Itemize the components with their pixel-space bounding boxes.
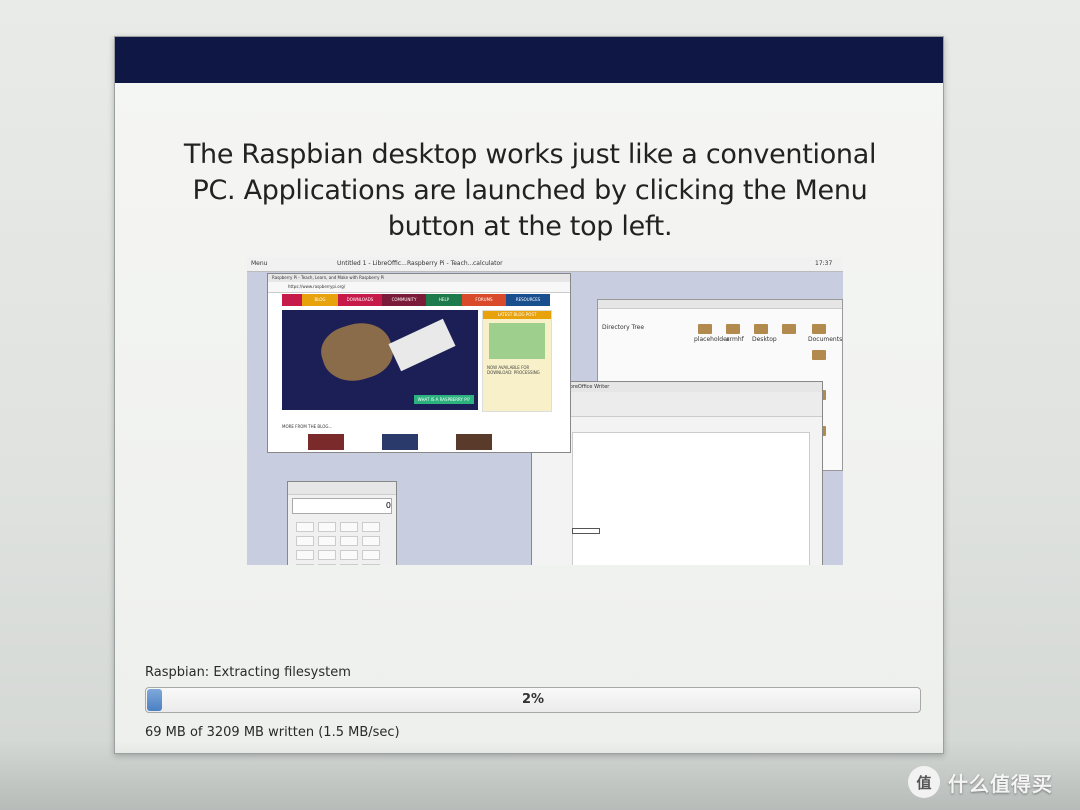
calculator-key bbox=[296, 522, 314, 532]
writer-cursor-box bbox=[572, 528, 600, 534]
file-item-1: placeholder bbox=[694, 336, 730, 343]
screenshot-task-2: Raspberry Pi - Teach... bbox=[407, 260, 474, 267]
astronaut-bear-shape bbox=[315, 314, 399, 390]
calculator-key bbox=[362, 550, 380, 560]
site-nav-community: COMMUNITY bbox=[382, 294, 426, 306]
browser-title: Raspberry Pi - Teach, Learn, and Make wi… bbox=[272, 275, 385, 280]
watermark-logo-icon: 值 bbox=[908, 766, 940, 798]
more-from-blog-label: MORE FROM THE BLOG... bbox=[282, 424, 333, 429]
calculator-key bbox=[362, 536, 380, 546]
slideshow-image: Menu Untitled 1 - LibreOffic... Raspberr… bbox=[247, 257, 843, 565]
calculator-key bbox=[318, 550, 336, 560]
calculator-key bbox=[340, 550, 358, 560]
slideshow-headline: The Raspbian desktop works just like a c… bbox=[183, 139, 877, 242]
latest-post-image bbox=[489, 323, 545, 359]
blog-thumbnail bbox=[382, 434, 418, 450]
calculator-key bbox=[362, 522, 380, 532]
folder-icon bbox=[698, 324, 712, 334]
site-latest-post: LATEST BLOG POST NOW AVAILABLE FOR DOWNL… bbox=[482, 310, 552, 412]
file-item-4: Documents bbox=[808, 336, 843, 343]
screenshot-writer: Untitled 1 - LibreOffice Writer bbox=[531, 381, 823, 565]
installer-window: The Raspbian desktop works just like a c… bbox=[114, 36, 944, 754]
site-nav-resources: RESOURCES bbox=[506, 294, 550, 306]
screenshot-task-1: Untitled 1 - LibreOffic... bbox=[337, 260, 407, 267]
progress-status-label: Raspbian: Extracting filesystem bbox=[145, 665, 351, 680]
calculator-key bbox=[296, 536, 314, 546]
site-nav-forums: FORUMS bbox=[462, 294, 506, 306]
site-nav-blog: BLOG bbox=[302, 294, 338, 306]
file-item-2: armhf bbox=[726, 336, 744, 343]
calculator-key bbox=[362, 564, 380, 565]
window-titlebar bbox=[115, 37, 943, 83]
folder-icon bbox=[812, 324, 826, 334]
blog-thumbnails bbox=[308, 434, 548, 450]
watermark-text: 什么值得买 bbox=[948, 771, 1053, 796]
calculator-key bbox=[340, 536, 358, 546]
latest-post-caption: NOW AVAILABLE FOR DOWNLOAD: PROCESSING bbox=[487, 365, 540, 375]
watermark: 值 什么值得买 bbox=[908, 764, 1053, 800]
progress-percent: 2% bbox=[521, 692, 545, 707]
calculator-key bbox=[296, 564, 314, 565]
blog-thumbnail bbox=[456, 434, 492, 450]
writer-toolbar bbox=[532, 392, 822, 417]
site-hero-image: WHAT IS A RASPBERRY PI? bbox=[282, 310, 478, 410]
calculator-key bbox=[340, 564, 358, 565]
calculator-menubar bbox=[288, 482, 396, 495]
site-nav-downloads: DOWNLOADS bbox=[346, 297, 374, 302]
site-nav: BLOG DOWNLOADS COMMUNITY HELP FORUMS RES… bbox=[282, 294, 550, 306]
screenshot-task-3: calculator bbox=[473, 260, 503, 267]
calculator-key bbox=[318, 536, 336, 546]
screenshot-menu-label: Menu bbox=[251, 260, 268, 267]
file-manager-menubar bbox=[598, 300, 842, 309]
screenshot-taskbar: Menu Untitled 1 - LibreOffic... Raspberr… bbox=[247, 257, 843, 272]
screenshot-calculator: 0 bbox=[287, 481, 397, 565]
screenshot-clock: 17:37 bbox=[815, 260, 833, 267]
calculator-key bbox=[318, 564, 336, 565]
calculator-key bbox=[340, 522, 358, 532]
folder-icon bbox=[812, 350, 826, 360]
blog-thumbnail bbox=[308, 434, 344, 450]
latest-post-heading: LATEST BLOG POST bbox=[483, 311, 551, 319]
folder-icon bbox=[726, 324, 740, 334]
writer-page bbox=[572, 432, 810, 565]
screenshot-browser: Raspberry Pi - Teach, Learn, and Make wi… bbox=[267, 273, 571, 453]
progress-bar: 2% bbox=[145, 687, 921, 713]
site-nav-help: HELP bbox=[426, 294, 462, 306]
hero-caption: WHAT IS A RASPBERRY PI? bbox=[413, 395, 474, 404]
browser-address: https://www.raspberrypi.org/ bbox=[288, 284, 346, 289]
folder-icon bbox=[754, 324, 768, 334]
bytes-written-label: 69 MB of 3209 MB written (1.5 MB/sec) bbox=[145, 725, 400, 740]
calculator-key bbox=[318, 522, 336, 532]
file-item-3: Desktop bbox=[752, 336, 777, 343]
calculator-key bbox=[296, 550, 314, 560]
calculator-display: 0 bbox=[292, 498, 392, 514]
rocket-shape bbox=[388, 318, 456, 372]
folder-icon bbox=[782, 324, 796, 334]
browser-addressbar: https://www.raspberrypi.org/ bbox=[268, 282, 570, 293]
file-manager-tree-label: Directory Tree bbox=[602, 324, 645, 331]
